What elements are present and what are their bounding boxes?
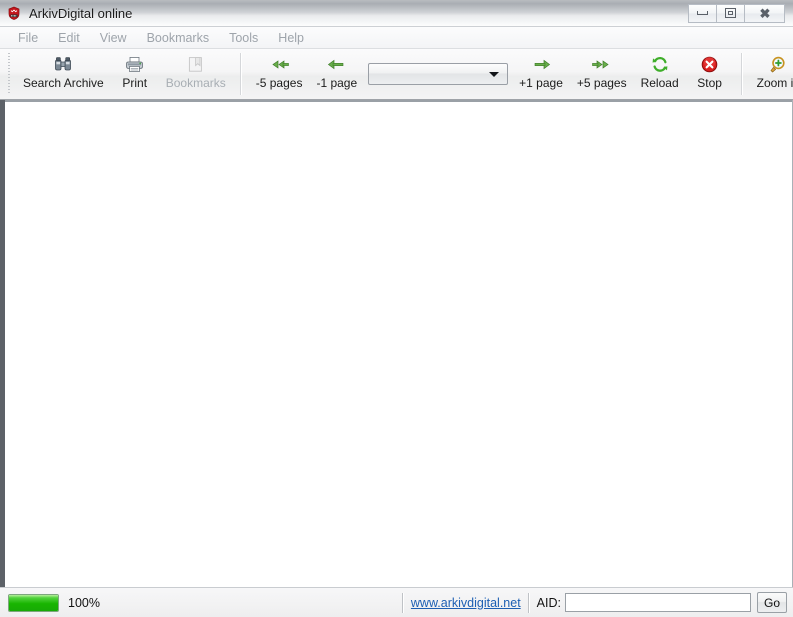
bookmark-icon bbox=[185, 54, 207, 74]
status-bar: 100% www.arkivdigital.net AID: Go bbox=[0, 587, 793, 617]
zoom-in-button[interactable]: Zoom in bbox=[750, 49, 793, 99]
bookmarks-label: Bookmarks bbox=[165, 76, 226, 90]
menu-item-edit[interactable]: Edit bbox=[48, 29, 90, 47]
aid-label: AID: bbox=[536, 595, 561, 610]
reload-label: Reload bbox=[640, 76, 679, 90]
loading-progress-label: 100% bbox=[68, 595, 100, 610]
menu-item-help[interactable]: Help bbox=[268, 29, 314, 47]
forward-1-page-button[interactable]: +1 page bbox=[512, 49, 570, 99]
arrow-left-icon bbox=[326, 54, 348, 74]
title-bar: ArkivDigital online ✖ bbox=[0, 0, 793, 27]
search-archive-button[interactable]: Search Archive bbox=[16, 49, 111, 99]
zoom-in-label: Zoom in bbox=[756, 76, 793, 90]
toolbar: Search Archive Print Bookmarks -5 pages … bbox=[0, 49, 793, 100]
minimize-button[interactable] bbox=[688, 3, 717, 23]
close-icon: ✖ bbox=[759, 5, 771, 21]
arkivdigital-website-link[interactable]: www.arkivdigital.net bbox=[411, 596, 521, 610]
toolbar-drag-handle[interactable] bbox=[6, 53, 13, 95]
back-5-pages-button[interactable]: -5 pages bbox=[249, 49, 310, 99]
maximize-icon bbox=[725, 8, 736, 18]
forward-5-pages-button[interactable]: +5 pages bbox=[570, 49, 634, 99]
bookmarks-button[interactable]: Bookmarks bbox=[159, 49, 233, 99]
status-bar-right: www.arkivdigital.net AID: Go bbox=[395, 592, 787, 614]
app-window: Find software in our library ArkivDigita… bbox=[0, 0, 793, 617]
toolbar-separator-1 bbox=[239, 53, 242, 95]
status-separator-1 bbox=[401, 592, 404, 613]
arrow-right-icon bbox=[530, 54, 552, 74]
menu-item-bookmarks[interactable]: Bookmarks bbox=[137, 29, 220, 47]
loading-progress-bar bbox=[8, 593, 59, 612]
menu-item-tools[interactable]: Tools bbox=[219, 29, 268, 47]
arkivdigital-logo-icon bbox=[6, 5, 22, 21]
go-button[interactable]: Go bbox=[756, 592, 787, 613]
forward-5-pages-label: +5 pages bbox=[576, 76, 627, 90]
stop-button[interactable]: Stop bbox=[686, 49, 734, 99]
forward-1-page-label: +1 page bbox=[519, 76, 563, 90]
printer-icon bbox=[124, 54, 146, 74]
binoculars-icon bbox=[52, 54, 74, 74]
window-controls: ✖ bbox=[688, 3, 785, 23]
arrow-right-double-icon bbox=[591, 54, 613, 74]
refresh-icon bbox=[649, 54, 671, 74]
back-5-pages-label: -5 pages bbox=[255, 76, 303, 90]
back-1-page-button[interactable]: -1 page bbox=[309, 49, 364, 99]
chevron-down-icon bbox=[489, 71, 500, 77]
stop-icon bbox=[699, 54, 721, 74]
aid-input[interactable] bbox=[564, 593, 751, 612]
stop-label: Stop bbox=[697, 76, 722, 90]
arrow-left-double-icon bbox=[268, 54, 290, 74]
menu-item-view[interactable]: View bbox=[90, 29, 137, 47]
maximize-button[interactable] bbox=[716, 3, 745, 23]
menu-item-file[interactable]: File bbox=[8, 29, 48, 47]
search-archive-label: Search Archive bbox=[23, 76, 104, 90]
menu-bar: File Edit View Bookmarks Tools Help bbox=[0, 27, 793, 49]
status-separator-2 bbox=[527, 592, 530, 613]
magnifier-plus-icon bbox=[767, 54, 789, 74]
loading-progress-fill bbox=[9, 594, 58, 611]
page-select-dropdown[interactable] bbox=[368, 63, 509, 85]
close-button[interactable]: ✖ bbox=[744, 3, 785, 23]
window-title: ArkivDigital online bbox=[29, 5, 133, 21]
toolbar-separator-2 bbox=[740, 53, 743, 95]
document-view[interactable] bbox=[0, 100, 793, 587]
back-1-page-label: -1 page bbox=[316, 76, 358, 90]
print-button[interactable]: Print bbox=[111, 49, 159, 99]
minimize-icon bbox=[697, 11, 708, 15]
print-label: Print bbox=[122, 76, 148, 90]
reload-button[interactable]: Reload bbox=[634, 49, 686, 99]
